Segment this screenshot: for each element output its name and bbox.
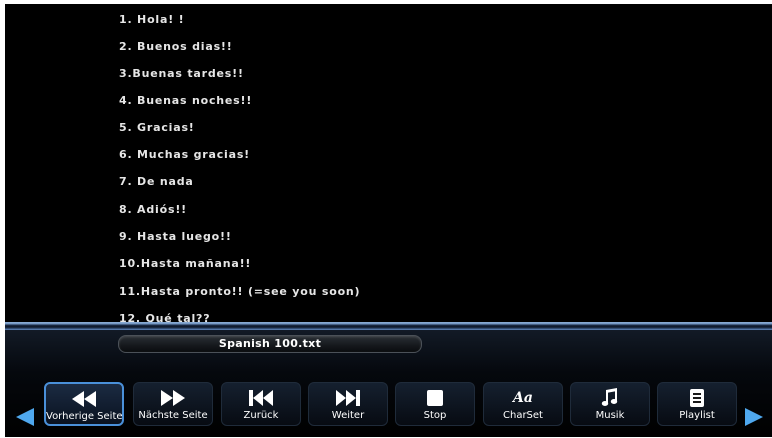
button-label: Musik [595, 410, 625, 421]
music-note-icon [571, 388, 649, 407]
text-line: 1. Hola! ! [119, 13, 185, 26]
text-line: 3.Buenas tardes!! [119, 67, 244, 80]
text-line: 6. Muchas gracias! [119, 148, 250, 161]
filename-label: Spanish 100.txt [118, 335, 422, 353]
back-button[interactable]: Zurück [221, 382, 301, 426]
button-label: Zurück [243, 410, 279, 421]
scroll-right-arrow-icon[interactable] [745, 408, 763, 426]
text-viewer-screen: 1. Hola! ! 2. Buenos dias!! 3.Buenas tar… [5, 4, 772, 437]
stop-button[interactable]: Stop [395, 382, 475, 426]
music-button[interactable]: Musik [570, 382, 650, 426]
playlist-button[interactable]: Playlist [657, 382, 737, 426]
previous-page-button[interactable]: Vorherige Seite [44, 382, 124, 426]
button-label: Playlist [679, 410, 715, 421]
divider [5, 322, 772, 330]
button-label: CharSet [503, 410, 543, 421]
rewind-icon [46, 390, 122, 408]
button-label: Vorherige Seite [46, 411, 123, 422]
button-label: Stop [423, 410, 447, 421]
button-label: Weiter [331, 410, 365, 421]
text-line: 2. Buenos dias!! [119, 40, 233, 53]
stop-icon [396, 389, 474, 407]
text-line: 10.Hasta mañana!! [119, 257, 252, 270]
charset-button[interactable]: Aa CharSet [483, 382, 563, 426]
skip-back-icon [222, 389, 300, 407]
scroll-left-arrow-icon[interactable] [16, 408, 34, 426]
text-line: 11.Hasta pronto!! (=see you soon) [119, 285, 361, 298]
charset-icon: Aa [513, 390, 533, 406]
text-line: 7. De nada [119, 175, 194, 188]
playlist-icon [658, 389, 736, 407]
text-line: 4. Buenas noches!! [119, 94, 253, 107]
text-line: 5. Gracias! [119, 121, 195, 134]
forward-button[interactable]: Weiter [308, 382, 388, 426]
button-label: Nächste Seite [138, 410, 208, 421]
text-line: 9. Hasta luego!! [119, 230, 232, 243]
text-line: 8. Adiós!! [119, 203, 187, 216]
text-content-area: 1. Hola! ! 2. Buenos dias!! 3.Buenas tar… [5, 4, 772, 324]
skip-forward-icon [309, 389, 387, 407]
fast-forward-icon [134, 389, 212, 407]
next-page-button[interactable]: Nächste Seite [133, 382, 213, 426]
